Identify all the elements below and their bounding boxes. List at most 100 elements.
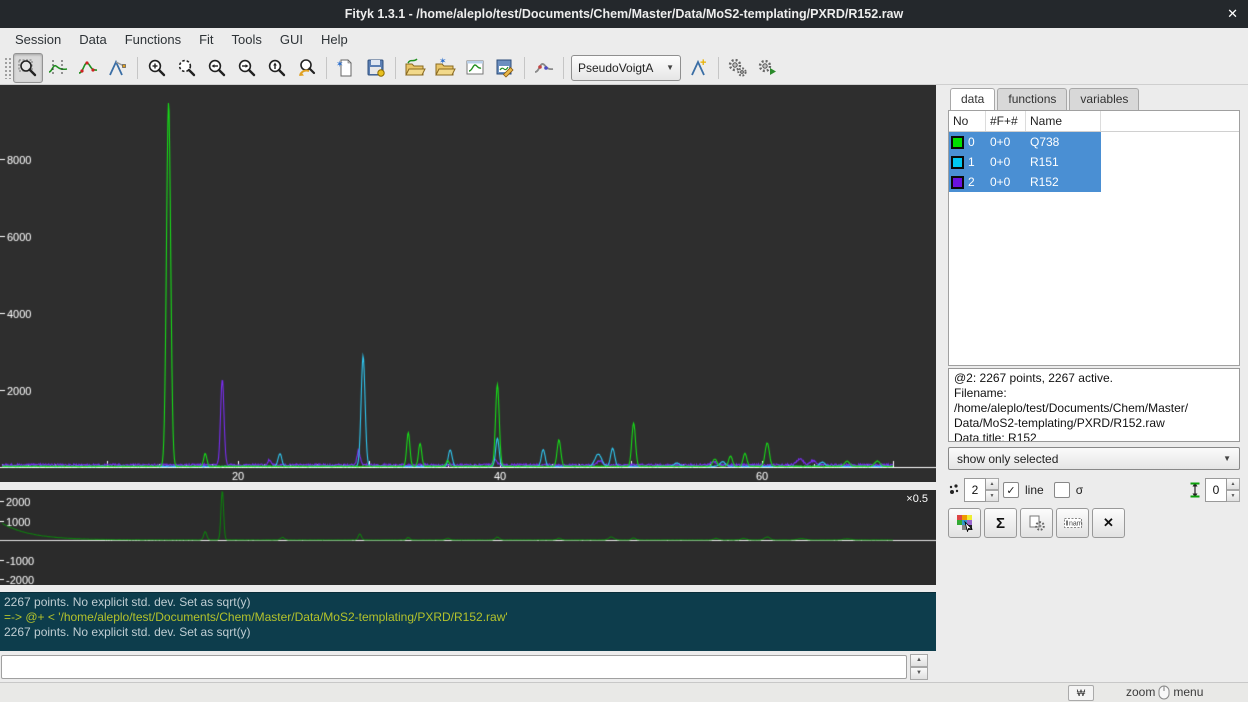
dataset-no: 0 xyxy=(968,135,975,149)
command-history-spinner: ▲ ▼ xyxy=(910,654,928,680)
sidebar-tabs: data functions variables xyxy=(950,88,1248,110)
history-up-button[interactable]: ▲ xyxy=(910,654,928,667)
toolbar-separator xyxy=(524,57,525,79)
load-data-button[interactable] xyxy=(400,53,430,83)
zoom-vertical-button[interactable] xyxy=(262,53,292,83)
console-line: =-> @+ < '/home/aleplo/test/Documents/Ch… xyxy=(4,610,932,625)
data-colors-button[interactable] xyxy=(948,508,981,538)
menu-tools[interactable]: Tools xyxy=(223,30,271,49)
main-toolbar: ✶ ✶ xyxy=(0,51,1248,85)
sigma-checkbox-label: σ xyxy=(1076,483,1083,497)
plot-splitter[interactable] xyxy=(0,482,936,490)
close-window-button[interactable]: ✕ xyxy=(1227,0,1238,28)
spin-down-icon[interactable]: ▼ xyxy=(986,490,999,502)
point-size-icon xyxy=(948,483,960,497)
dataset-name: R152 xyxy=(1026,175,1101,189)
delete-dataset-button[interactable]: ✕ xyxy=(1092,508,1125,538)
auxiliary-plot-area[interactable]: ×0.5 xyxy=(0,490,936,585)
display-controls: 2 ▲ ▼ ✓ line σ 0 ▲ ▼ xyxy=(948,477,1240,503)
dataset-color-swatch[interactable] xyxy=(951,136,964,149)
history-down-button[interactable]: ▼ xyxy=(910,667,928,680)
right-click-hint: menu xyxy=(1173,685,1203,699)
dataset-no: 1 xyxy=(968,155,975,169)
sigma-checkbox[interactable] xyxy=(1054,482,1070,498)
dataset-functions: 0+0 xyxy=(986,175,1026,189)
zoom-right-icon xyxy=(236,57,258,79)
menu-data[interactable]: Data xyxy=(70,30,115,49)
table-row[interactable]: 2 0+0 R152 xyxy=(949,172,1239,192)
console-splitter[interactable] xyxy=(0,585,936,592)
menu-session[interactable]: Session xyxy=(6,30,70,49)
menu-functions[interactable]: Functions xyxy=(116,30,190,49)
main-plot-area[interactable] xyxy=(0,85,936,482)
col-header-filler xyxy=(1101,111,1239,131)
zoom-undo-icon xyxy=(296,57,318,79)
spin-up-icon[interactable]: ▲ xyxy=(986,478,999,490)
load-data-alt-button[interactable]: ✶ xyxy=(430,53,460,83)
run-fit-button[interactable] xyxy=(753,53,783,83)
point-size-spinner[interactable]: 2 ▲ ▼ xyxy=(964,478,999,502)
svg-text:✶: ✶ xyxy=(439,57,447,66)
menu-gui[interactable]: GUI xyxy=(271,30,312,49)
add-function-button[interactable]: + xyxy=(684,53,714,83)
sum-datasets-button[interactable]: Σ xyxy=(984,508,1017,538)
table-row[interactable]: 1 0+0 R151 xyxy=(949,152,1239,172)
line-checkbox[interactable]: ✓ xyxy=(1003,482,1019,498)
main-plot-canvas[interactable] xyxy=(0,85,936,482)
tab-functions[interactable]: functions xyxy=(997,88,1067,110)
spin-up-icon[interactable]: ▲ xyxy=(1227,478,1240,490)
tab-variables[interactable]: variables xyxy=(1069,88,1139,110)
show-filter-value: show only selected xyxy=(957,452,1058,466)
palette-grid-icon xyxy=(956,514,974,532)
sigma-sum-icon: Σ xyxy=(996,515,1005,532)
info-line: Data title: R152 xyxy=(954,431,1234,442)
new-session-button[interactable]: ✶ xyxy=(331,53,361,83)
dataset-color-swatch[interactable] xyxy=(951,156,964,169)
mouse-config-button[interactable]: ₩ xyxy=(1068,685,1094,701)
table-row[interactable]: 0 0+0 Q738 xyxy=(949,132,1239,152)
zoom-in-button[interactable] xyxy=(142,53,172,83)
zoom-undo-button[interactable] xyxy=(292,53,322,83)
fit-settings-button[interactable] xyxy=(723,53,753,83)
command-input-row: ▲ ▼ xyxy=(0,651,936,682)
auxiliary-plot-canvas[interactable] xyxy=(0,490,936,585)
tab-data[interactable]: data xyxy=(950,88,995,110)
dataset-color-swatch[interactable] xyxy=(951,176,964,189)
col-header-name[interactable]: Name xyxy=(1026,111,1101,131)
spin-down-icon[interactable]: ▼ xyxy=(1227,490,1240,502)
col-header-no[interactable]: No xyxy=(949,111,986,131)
export-plot-button[interactable] xyxy=(460,53,490,83)
info-line: @2: 2267 points, 2267 active. xyxy=(954,371,1234,386)
transform-data-button[interactable] xyxy=(529,53,559,83)
duplicate-data-button[interactable] xyxy=(1020,508,1053,538)
zoom-left-button[interactable] xyxy=(202,53,232,83)
zoom-previous-button[interactable] xyxy=(172,53,202,83)
toolbar-separator xyxy=(563,57,564,79)
rename-dataset-button[interactable]: nam xyxy=(1056,508,1089,538)
sidebar: data functions variables No #F+# Name 0 … xyxy=(948,85,1248,682)
mouse-hints: zoom menu xyxy=(1126,684,1203,700)
save-session-button[interactable] xyxy=(361,53,391,83)
save-image-button[interactable] xyxy=(490,53,520,83)
show-filter-dropdown[interactable]: show only selected ▼ xyxy=(948,447,1240,470)
data-range-mode-button[interactable] xyxy=(43,53,73,83)
draw-peak-mode-button[interactable] xyxy=(103,53,133,83)
col-header-functions[interactable]: #F+# xyxy=(986,111,1026,131)
console-line: 2267 points. No explicit std. dev. Set a… xyxy=(4,595,932,610)
gears-icon xyxy=(727,57,749,79)
menu-fit[interactable]: Fit xyxy=(190,30,222,49)
svg-text:✶: ✶ xyxy=(336,59,344,69)
zoom-right-button[interactable] xyxy=(232,53,262,83)
zoom-mode-button[interactable] xyxy=(13,53,43,83)
gray-curve-icon xyxy=(533,57,555,79)
function-type-combobox[interactable]: PseudoVoigtA ▼ xyxy=(571,55,681,81)
menu-help[interactable]: Help xyxy=(312,30,357,49)
shift-spinner[interactable]: 0 ▲ ▼ xyxy=(1205,478,1240,502)
sidebar-splitter[interactable] xyxy=(936,85,948,682)
window-title: Fityk 1.3.1 - /home/aleplo/test/Document… xyxy=(345,7,903,21)
point-size-value: 2 xyxy=(964,478,986,502)
chart-frame-icon xyxy=(464,57,486,79)
zoom-dashed-icon xyxy=(176,57,198,79)
add-peak-mode-button[interactable] xyxy=(73,53,103,83)
command-input[interactable] xyxy=(1,655,907,679)
